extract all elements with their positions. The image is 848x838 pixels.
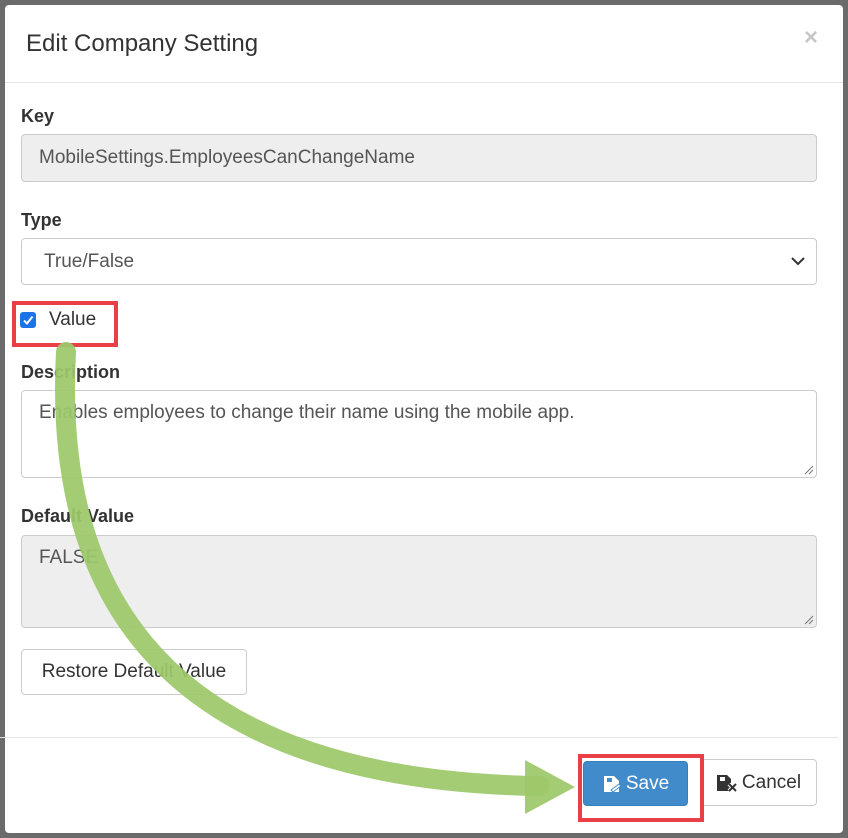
save-highlight-box [578,754,704,822]
modal-header: Edit Company Setting × [5,5,843,83]
value-highlight-box [12,301,118,347]
cancel-label: Cancel [741,771,802,793]
cancel-icon [716,773,738,793]
footer-divider [0,737,838,738]
type-select-value: True/False [44,251,135,272]
description-text: Enables employees to change their name u… [39,402,575,423]
description-label: Description [21,362,121,382]
resize-grip-icon[interactable] [802,613,814,625]
cancel-button[interactable]: Cancel [700,759,817,806]
default-value-label: Default Value [21,506,135,526]
type-label: Type [21,210,62,230]
type-select[interactable]: True/False [21,238,817,285]
chevron-down-icon [791,257,805,266]
close-icon[interactable]: × [804,24,818,52]
key-label: Key [21,106,55,126]
default-value-text: FALSE [39,547,99,568]
modal-title: Edit Company Setting [26,30,259,57]
resize-grip-icon[interactable] [802,463,814,475]
key-field: MobileSettings.EmployeesCanChangeName [21,134,817,182]
description-textarea[interactable]: Enables employees to change their name u… [21,390,817,478]
default-value-textarea: FALSE [21,535,817,628]
restore-default-button[interactable]: Restore Default Value [21,649,247,695]
